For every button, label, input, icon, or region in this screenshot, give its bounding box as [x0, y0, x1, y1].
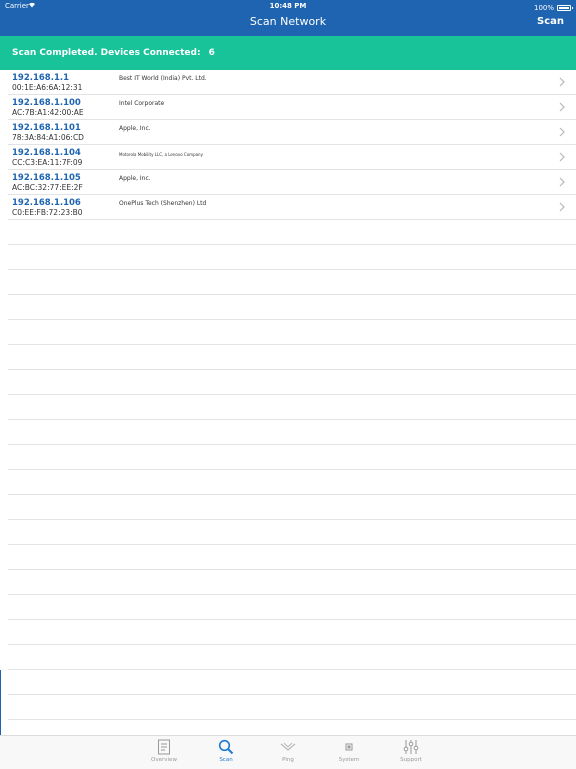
device-ip: 192.168.1.105: [12, 173, 81, 183]
device-mac: CC:C3:EA:11:7F:09: [12, 158, 83, 167]
device-vendor: Apple, Inc.: [119, 125, 151, 132]
tab-label: Support: [400, 757, 422, 763]
empty-row: [8, 270, 576, 295]
device-row[interactable]: 192.168.1.106 C0:EE:FB:72:23:B0 OnePlus …: [8, 195, 576, 220]
empty-row: [8, 495, 576, 520]
device-mac: C0:EE:FB:72:23:B0: [12, 208, 83, 217]
sliders-icon: [403, 740, 419, 754]
tab-bar: Overview Scan Ping System Support: [0, 735, 576, 769]
device-row[interactable]: 192.168.1.1 00:1E:A6:6A:12:31 Best IT Wo…: [8, 70, 576, 95]
tab-label: Scan: [219, 757, 233, 763]
ping-icon: [280, 742, 296, 751]
battery-indicator: 100%: [533, 2, 573, 14]
tab-scan[interactable]: Scan: [201, 739, 251, 763]
device-ip: 192.168.1.106: [12, 198, 81, 208]
empty-row: [8, 620, 576, 645]
tab-ping[interactable]: Ping: [263, 739, 313, 763]
device-row[interactable]: 192.168.1.100 AC:7B:A1:42:00:AE Intel Co…: [8, 95, 576, 120]
magnifier-icon: [218, 739, 234, 755]
empty-row: [8, 595, 576, 620]
scan-status-text: Scan Completed. Devices Connected:: [12, 48, 201, 58]
scan-button[interactable]: Scan: [537, 16, 564, 27]
device-ip: 192.168.1.1: [12, 73, 70, 83]
chip-icon: [345, 743, 353, 751]
navigation-bar: Carrier 10:48 PM 100% Scan Network Scan: [0, 0, 576, 36]
empty-row: [8, 220, 576, 245]
edge-line: [0, 670, 1, 740]
battery-percent: 100%: [533, 4, 554, 12]
chevron-right-icon: [559, 102, 565, 112]
tab-label: System: [338, 757, 360, 763]
tab-support[interactable]: Support: [386, 739, 436, 763]
empty-row: [8, 395, 576, 420]
device-mac: AC:BC:32:77:EE:2F: [12, 183, 83, 192]
tab-label: Ping: [282, 757, 294, 763]
empty-row: [8, 420, 576, 445]
device-mac: 00:1E:A6:6A:12:31: [12, 83, 83, 92]
empty-row: [8, 570, 576, 595]
empty-row: [8, 545, 576, 570]
device-mac: AC:7B:A1:42:00:AE: [12, 108, 84, 117]
device-vendor: Best IT World (India) Pvt. Ltd.: [119, 75, 207, 82]
tab-system[interactable]: System: [324, 739, 374, 763]
scan-status-banner: Scan Completed. Devices Connected: 6: [0, 36, 576, 70]
device-mac: 78:3A:84:A1:06:CD: [12, 133, 84, 142]
empty-row: [8, 320, 576, 345]
chevron-right-icon: [559, 177, 565, 187]
device-ip: 192.168.1.104: [12, 148, 81, 158]
empty-row: [8, 695, 576, 720]
empty-row: [8, 520, 576, 545]
document-icon: [158, 739, 170, 755]
device-vendor: Apple, Inc.: [119, 175, 151, 182]
status-time: 10:48 PM: [269, 2, 307, 10]
device-ip: 192.168.1.100: [12, 98, 81, 108]
empty-row: [8, 370, 576, 395]
empty-row: [8, 295, 576, 320]
empty-row: [8, 470, 576, 495]
empty-row: [8, 345, 576, 370]
chevron-right-icon: [559, 77, 565, 87]
device-vendor: Intel Corporate: [119, 100, 165, 107]
device-row[interactable]: 192.168.1.101 78:3A:84:A1:06:CD Apple, I…: [8, 120, 576, 145]
device-row[interactable]: 192.168.1.105 AC:BC:32:77:EE:2F Apple, I…: [8, 170, 576, 195]
device-vendor: OnePlus Tech (Shenzhen) Ltd: [119, 200, 207, 207]
device-vendor: Motorola Mobility LLC, a Lenovo Company: [119, 152, 203, 157]
empty-row: [8, 670, 576, 695]
device-row[interactable]: 192.168.1.104 CC:C3:EA:11:7F:09 Motorola…: [8, 145, 576, 170]
status-bar: Carrier 10:48 PM 100%: [0, 0, 576, 12]
empty-row: [8, 245, 576, 270]
chevron-right-icon: [559, 202, 565, 212]
devices-count: 6: [208, 48, 215, 58]
chevron-right-icon: [559, 152, 565, 162]
battery-icon: [557, 5, 573, 11]
empty-row: [8, 645, 576, 670]
page-title: Scan Network: [249, 15, 327, 28]
empty-row: [8, 445, 576, 470]
tab-overview[interactable]: Overview: [139, 739, 189, 763]
device-ip: 192.168.1.101: [12, 123, 81, 133]
chevron-right-icon: [559, 127, 565, 137]
device-list: 192.168.1.1 00:1E:A6:6A:12:31 Best IT Wo…: [0, 70, 576, 745]
tab-label: Overview: [151, 757, 177, 763]
